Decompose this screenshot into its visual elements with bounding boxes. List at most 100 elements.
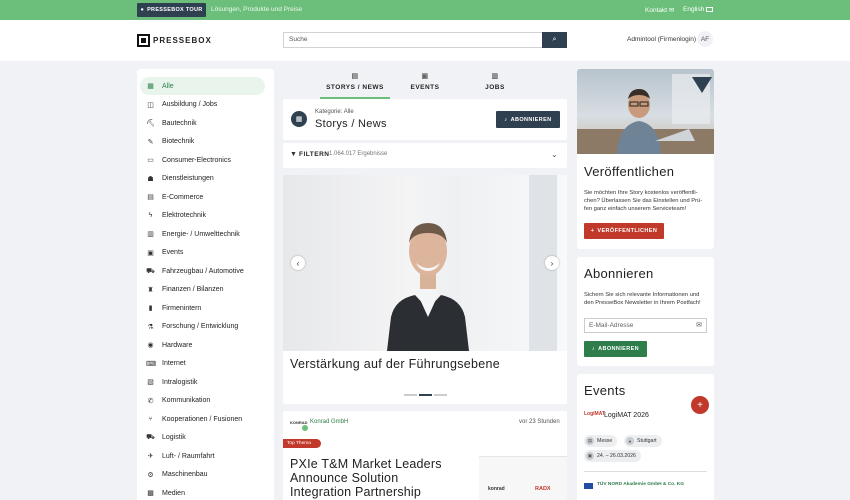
solutions-link[interactable]: Lösungen, Produkte und Preise: [211, 6, 302, 13]
sidebar-item-alle[interactable]: ▦ Alle: [140, 77, 265, 95]
tour-label: PRESSEBOX TOUR: [147, 7, 203, 13]
featured-image[interactable]: [283, 175, 567, 351]
truck-icon: ⛟: [146, 434, 155, 441]
search-input[interactable]: Suche: [283, 32, 567, 48]
cart-icon: ▤: [147, 194, 154, 201]
language-label: English: [683, 6, 705, 13]
user-name[interactable]: Admintool (Firmenlogin): [627, 36, 696, 43]
sidebar-item-kooperationen-fusionen[interactable]: ⑂ Kooperationen / Fusionen: [140, 410, 265, 428]
story-card[interactable]: KONRAD Konrad GmbH vor 23 Stunden Top Th…: [283, 411, 567, 500]
pressebox-logo[interactable]: PRESSEBOX: [137, 33, 217, 47]
tab-storys-news[interactable]: ▤ STORYS / NEWS: [320, 69, 390, 99]
featured-slider: ‹ › Verstärkung auf der Führungsebene: [283, 175, 567, 404]
slider-dot-active[interactable]: [419, 394, 432, 396]
event-city: Stuttgart: [637, 438, 657, 444]
sidebar-item-hardware[interactable]: ◉ Hardware: [140, 336, 265, 354]
sidebar-item-label: Hardware: [162, 341, 193, 349]
pressebox-tour-button[interactable]: ● PRESSEBOX TOUR: [137, 3, 206, 17]
sidebar-item-luft-raumfahrt[interactable]: ✈ Luft- / Raumfahrt: [140, 447, 265, 465]
thumb-logo-left: konrad: [488, 486, 505, 492]
sidebar-item-firmenintern[interactable]: ▮ Firmenintern: [140, 299, 265, 317]
briefcase-icon: ▥: [491, 73, 499, 80]
event-name[interactable]: LogiMAT 2026: [604, 412, 649, 419]
sidebar-item-dienstleistungen[interactable]: ☗ Dienstleistungen: [140, 170, 265, 188]
thumb-logo-right: RADX: [535, 486, 551, 492]
subscribe-label: ABONNIEREN: [510, 116, 552, 123]
search-icon: ⌕: [552, 36, 557, 43]
subscribe-card: Abonnieren Sichern Sie sich relevante In…: [577, 257, 714, 366]
publish-heading: Veröffentlichen: [584, 164, 675, 179]
event-logo[interactable]: LogiMAT: [584, 411, 605, 420]
tab-jobs[interactable]: ▥ JOBS: [460, 69, 530, 99]
gears-icon: ⚙: [147, 471, 154, 479]
sidebar-item-events[interactable]: ▣ Events: [140, 244, 265, 262]
sidebar-item-fahrzeugbau-automotive[interactable]: ⛟ Fahrzeugbau / Automotive: [140, 262, 265, 280]
story-title[interactable]: PXIe T&M Market Leaders Announce Solutio…: [290, 457, 460, 499]
slider-dot[interactable]: [404, 394, 417, 396]
bulb-icon: ●: [140, 7, 145, 13]
publish-text: Sie möchten Ihre Story kostenlos veröffe…: [584, 190, 703, 212]
satellite-icon: ✆: [147, 397, 154, 405]
company-link[interactable]: Konrad GmbH: [310, 419, 348, 425]
slider-prev-button[interactable]: ‹: [291, 256, 305, 270]
story-thumbnail[interactable]: konrad RADX: [479, 456, 567, 500]
tab-events[interactable]: ▣ EVENTS: [390, 69, 460, 99]
subscribe-category-button[interactable]: ♪ ABONNIEREN: [496, 111, 560, 128]
sidebar-item-elektrotechnik[interactable]: ϟ Elektrotechnik: [140, 207, 265, 225]
avatar[interactable]: AF: [697, 31, 713, 47]
event-city-chip: ● Stuttgart: [624, 435, 662, 447]
news-icon: ▤: [351, 73, 359, 80]
publish-button[interactable]: + VERÖFFENTLICHEN: [584, 223, 664, 239]
newsletter-subscribe-button[interactable]: ♪ ABONNIEREN: [584, 341, 647, 357]
contact-link[interactable]: Kontakt ✉: [645, 6, 674, 14]
language-link[interactable]: English: [683, 6, 714, 13]
event-dates: 24. – 26.03.2026: [597, 453, 636, 459]
filter-bar[interactable]: ▼ FILTERN 1.064.017 Ergebnisse ⌄: [283, 143, 567, 168]
sidebar-item-label: Luft- / Raumfahrt: [162, 452, 215, 460]
organizer-logo: [584, 483, 593, 489]
email-field[interactable]: E-Mail-Adresse ✉: [584, 318, 707, 333]
event-type-chip: ▤ Messe: [584, 435, 618, 447]
merge-icon: ⑂: [148, 415, 153, 423]
add-event-button[interactable]: +: [691, 396, 709, 414]
sidebar-item-forschung-entwicklung[interactable]: ⚗ Forschung / Entwicklung: [140, 318, 265, 336]
sidebar-item-label: Ausbildung / Jobs: [162, 101, 218, 108]
location-pin-icon: ●: [626, 437, 634, 445]
envelope-icon: ✉: [668, 7, 675, 14]
sidebar-item-medien[interactable]: ▩ Medien: [140, 484, 265, 500]
sidebar-item-bautechnik[interactable]: ⛏ Bautechnik: [140, 114, 265, 132]
sidebar-item-e-commerce[interactable]: ▤ E-Commerce: [140, 188, 265, 206]
subscribe-text: Sichern Sie sich relevante Informationen…: [584, 292, 701, 306]
sidebar-item-label: Dienstleistungen: [162, 175, 214, 182]
bolt-icon: ϟ: [148, 212, 153, 219]
category-header: ▦ Kategorie: Alle Storys / News ♪ ABONNI…: [283, 99, 567, 140]
search-button[interactable]: ⌕: [542, 32, 567, 48]
sidebar-item-ausbildung-jobs[interactable]: ◫ Ausbildung / Jobs: [140, 96, 265, 114]
sidebar-item-intralogistik[interactable]: ▧ Intralogistik: [140, 373, 265, 391]
next-event-organizer[interactable]: TÜV NORD Akademie GmbH & Co. KG: [597, 482, 684, 487]
sidebar-item-biotechnik[interactable]: ✎ Biotechnik: [140, 133, 265, 151]
chevron-down-icon[interactable]: ⌄: [551, 150, 558, 159]
sidebar-item-internet[interactable]: ⌨ Internet: [140, 355, 265, 373]
sidebar-item-label: E-Commerce: [162, 193, 204, 201]
uk-flag-icon: [706, 6, 714, 12]
publish-button-label: VERÖFFENTLICHEN: [597, 228, 658, 234]
divider: [584, 471, 707, 472]
slider-next-button[interactable]: ›: [545, 256, 559, 270]
building-icon: ▤: [586, 437, 594, 445]
sidebar-item-finanzen-bilanzen[interactable]: ♜ Finanzen / Bilanzen: [140, 281, 265, 299]
sidebar-item-maschinenbau[interactable]: ⚙ Maschinenbau: [140, 466, 265, 484]
plus-icon: +: [697, 399, 703, 411]
filter-icon: ▼: [290, 151, 297, 158]
newsletter-button-label: ABONNIEREN: [598, 346, 640, 352]
sidebar-item-label: Internet: [162, 360, 186, 367]
plus-icon: +: [590, 228, 595, 234]
car-icon: ⛟: [146, 267, 155, 275]
sidebar-item-logistik[interactable]: ⛟ Logistik: [140, 429, 265, 447]
slide-title[interactable]: Verstärkung auf der Führungsebene: [290, 357, 500, 371]
tab-label: EVENTS: [410, 84, 440, 91]
sidebar-item-kommunikation[interactable]: ✆ Kommunikation: [140, 392, 265, 410]
sidebar-item-energie-umwelttechnik[interactable]: ▥ Energie- / Umwelttechnik: [140, 225, 265, 243]
slider-dot[interactable]: [434, 394, 447, 396]
sidebar-item-consumer-electronics[interactable]: ▭ Consumer-Electronics: [140, 151, 265, 169]
